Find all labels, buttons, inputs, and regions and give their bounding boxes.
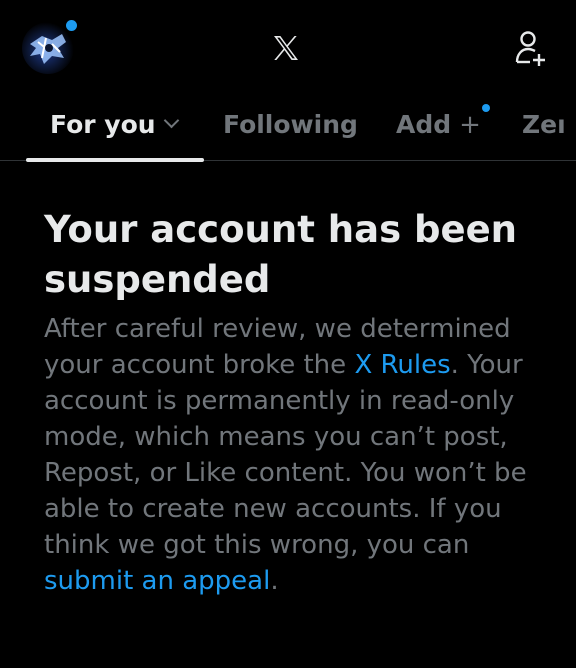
tab-label: Zeı: [522, 110, 566, 139]
add-user-icon[interactable]: [514, 30, 548, 66]
avatar[interactable]: [22, 22, 74, 74]
notification-dot: [66, 20, 77, 31]
suspension-notice: Your account has been suspended After ca…: [44, 205, 544, 599]
top-bar: [0, 0, 576, 96]
chevron-down-icon[interactable]: [163, 112, 179, 129]
active-tab-indicator: [26, 158, 204, 162]
tab-label: Add: [396, 110, 452, 139]
tab-zer[interactable]: Zeı: [522, 110, 566, 139]
tab-add[interactable]: Add +: [396, 110, 481, 140]
x-logo-icon[interactable]: [270, 32, 302, 64]
tab-following[interactable]: Following: [223, 110, 358, 139]
notice-title: Your account has been suspended: [44, 208, 518, 301]
tab-label: Following: [223, 110, 358, 139]
tab-for-you[interactable]: For you: [50, 110, 179, 139]
x-rules-link[interactable]: X Rules: [354, 350, 450, 380]
avatar-artwork: [30, 34, 66, 64]
notice-body: After careful review, we determined your…: [44, 311, 544, 599]
notice-body-end: .: [270, 566, 279, 596]
tab-notification-dot: [482, 104, 490, 112]
notice-body-part2: . Your account is permanently in read-on…: [44, 350, 527, 560]
submit-appeal-link[interactable]: submit an appeal: [44, 566, 270, 596]
tab-label: For you: [50, 110, 156, 139]
plus-icon: +: [459, 110, 481, 140]
